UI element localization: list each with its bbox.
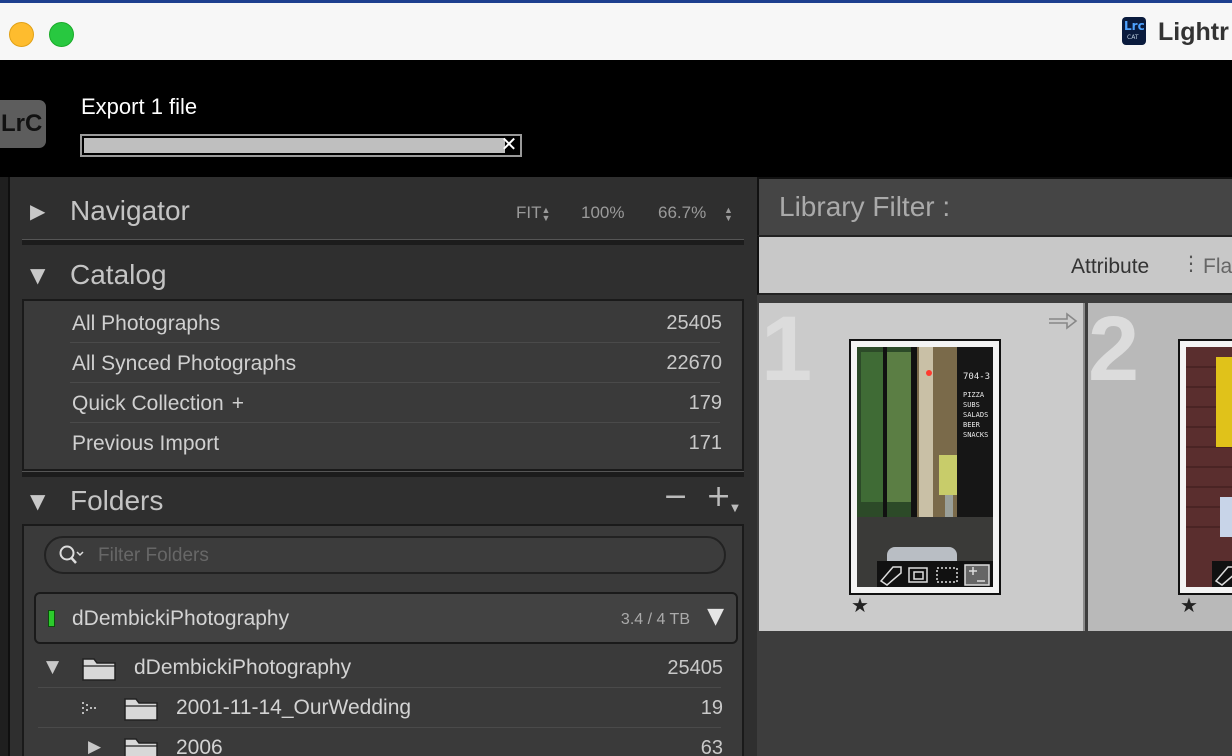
sign-text-line: 704-3 [963, 372, 990, 382]
quick-collection-plus-icon: + [231, 392, 244, 415]
zoom-100-option[interactable]: 100% [581, 203, 624, 223]
photo-thumbnail: 704-3 PIZZA SUBS SALADS BEER SNACKS [857, 347, 993, 587]
grid-cell-index: 1 [761, 298, 813, 400]
zoom-button[interactable] [49, 22, 74, 47]
folder-count: 63 [700, 737, 723, 756]
search-icon [59, 545, 84, 564]
keyword-crop-edit-badges-icon[interactable] [877, 561, 993, 587]
zoom-custom-arrows-icon[interactable]: ▲ ▼ [724, 203, 733, 223]
expanded-triangle-icon[interactable]: ▼ [30, 263, 45, 287]
filter-folders-input[interactable] [98, 544, 698, 568]
catalog-item-all-photographs[interactable]: All Photographs 25405 [70, 303, 722, 343]
window-title: Lightr [1158, 18, 1229, 46]
folder-name: dDembickiPhotography [134, 656, 352, 679]
thumbnail-badges [1212, 561, 1232, 587]
library-filter-tabs: Attribute ⋮ Flag [757, 235, 1232, 295]
filter-tab-flag[interactable]: Flag [1203, 255, 1232, 279]
navigator-title: Navigator [70, 195, 190, 226]
volume-menu-triangle-icon[interactable]: ▼ [707, 604, 724, 629]
collapsed-triangle-icon[interactable]: ▶ [88, 737, 101, 756]
updown-arrows-icon: ▲ ▼ [541, 204, 551, 223]
top-panel: LrC Export 1 file ✕ [0, 60, 1232, 177]
left-panel: ▶ Navigator FIT▲ ▼ 100% 66.7% ▲ ▼ ▼ Catalo… [0, 177, 757, 756]
library-main-area: Library Filter : Attribute ⋮ Flag 1 [757, 177, 1232, 756]
thumbnail-badges [877, 561, 993, 587]
dotted-leaf-icon [82, 702, 96, 714]
folders-title: Folders [70, 485, 164, 516]
expanded-triangle-icon[interactable]: ▼ [30, 489, 45, 513]
minimize-button[interactable] [9, 22, 34, 47]
add-folder-button[interactable]: +▼ [706, 479, 739, 514]
folder-count: 19 [700, 697, 723, 719]
export-progress-fill [84, 138, 505, 153]
grid-cell[interactable]: 1 704-3 PIZZA SUBS SALADS BEER SNACKS ★ [759, 298, 1085, 631]
catalog-item-quick-collection[interactable]: Quick Collection + 179 [70, 383, 722, 423]
filter-folders-search[interactable] [44, 536, 726, 574]
folder-row[interactable]: 2001-11-14_OurWedding 19 [38, 688, 723, 728]
volume-status-led [48, 610, 55, 627]
zoom-fit-option[interactable]: FIT▲ ▼ [516, 203, 550, 223]
photo-thumbnail [1186, 347, 1232, 587]
volume-name: dDembickiPhotography [72, 607, 290, 630]
keyword-badge-icon[interactable] [1212, 561, 1232, 587]
lightroom-catalog-icon: Lrc CAT [1122, 17, 1146, 45]
navigator-header[interactable]: ▶ Navigator FIT▲ ▼ 100% 66.7% ▲ ▼ [22, 181, 744, 241]
folder-name: 2006 [176, 736, 223, 756]
folder-row[interactable]: ▶ 2006 63 [38, 728, 723, 756]
cancel-export-icon[interactable]: ✕ [499, 134, 519, 155]
library-filter-title: Library Filter : [779, 191, 951, 222]
library-filter-bar: Library Filter : [757, 177, 1232, 235]
left-panel-edge[interactable] [0, 177, 10, 756]
rating-star-icon[interactable]: ★ [851, 593, 869, 617]
catalog-header[interactable]: ▼ Catalog [22, 245, 744, 305]
folders-list: dDembickiPhotography 3.4 / 4 TB ▼ ▼ dDem… [22, 524, 744, 756]
grid-view: 1 704-3 PIZZA SUBS SALADS BEER SNACKS ★ … [757, 297, 1232, 756]
folder-name: 2001-11-14_OurWedding [176, 696, 412, 719]
lrc-logo[interactable]: LrC [0, 100, 46, 148]
sign-text-line: BEER [963, 421, 981, 429]
rating-star-icon[interactable]: ★ [1180, 593, 1198, 617]
catalog-item-all-synced-photographs[interactable]: All Synced Photographs 22670 [70, 343, 722, 383]
filter-tab-separator: ⋮ [1181, 251, 1201, 275]
volume-header[interactable]: dDembickiPhotography 3.4 / 4 TB ▼ [34, 592, 738, 644]
grid-cell-index: 2 [1088, 298, 1140, 400]
folder-icon [124, 738, 158, 756]
sign-text-line: PIZZA [963, 391, 985, 399]
chevron-down-icon: ▼ [731, 503, 739, 514]
catalog-list: All Photographs 25405 All Synced Photogr… [22, 299, 744, 471]
expanded-triangle-icon[interactable]: ▼ [46, 657, 59, 677]
street-photo-image: 704-3 PIZZA SUBS SALADS BEER SNACKS [857, 347, 993, 587]
remove-folder-button[interactable]: − [663, 479, 688, 514]
photo-thumbnail-frame[interactable]: 704-3 PIZZA SUBS SALADS BEER SNACKS [849, 339, 1001, 595]
folder-icon [124, 698, 158, 721]
collapsed-triangle-icon[interactable]: ▶ [30, 199, 45, 223]
sync-arrows-icon[interactable] [1045, 311, 1079, 333]
sign-text-line: SALADS [963, 411, 988, 419]
folders-header[interactable]: ▼ Folders − +▼ [22, 471, 744, 531]
photo-thumbnail-frame[interactable] [1178, 339, 1232, 595]
export-status-label: Export 1 file [81, 94, 198, 119]
grid-cell[interactable]: 2 ★ [1088, 298, 1232, 631]
filter-tab-attribute[interactable]: Attribute [1071, 255, 1149, 279]
catalog-title: Catalog [70, 259, 167, 290]
folder-row[interactable]: ▼ dDembickiPhotography 25405 [38, 648, 723, 688]
window-titlebar: Lrc CAT Lightr [0, 0, 1232, 60]
folder-icon [82, 658, 116, 681]
sign-text-line: SUBS [963, 401, 980, 409]
catalog-item-previous-import[interactable]: Previous Import 171 [70, 423, 722, 463]
zoom-custom-option[interactable]: 66.7% [658, 203, 706, 223]
volume-size: 3.4 / 4 TB [620, 611, 690, 628]
brick-wall-photo-image [1186, 347, 1232, 587]
sign-text-line: SNACKS [963, 431, 988, 439]
folder-count: 25405 [667, 657, 723, 679]
export-progress-bar: ✕ [80, 134, 522, 157]
